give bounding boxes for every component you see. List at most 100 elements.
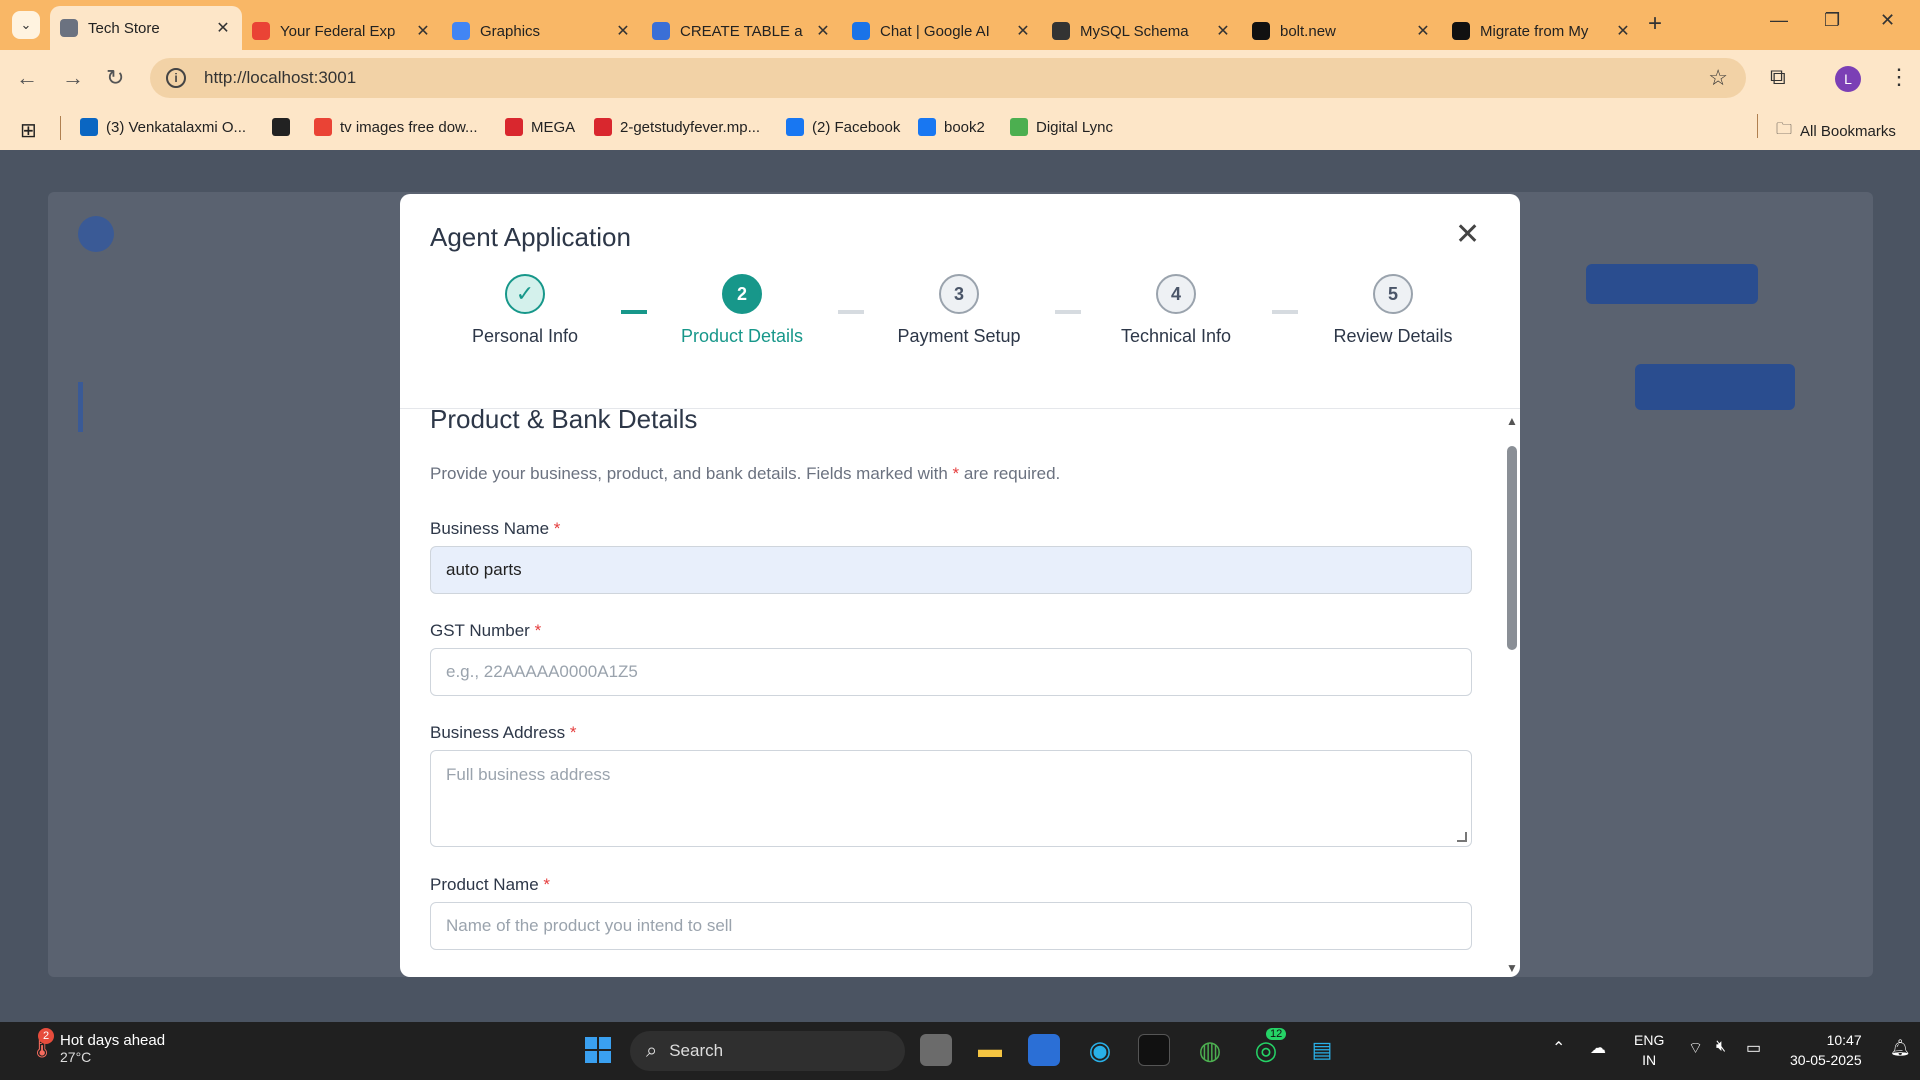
new-tab-button[interactable]: + [1648,10,1662,38]
step-1: ✓ Personal Info [425,274,625,347]
business-address-textarea[interactable]: Full business address [430,750,1472,847]
product-name-placeholder: Name of the product you intend to sell [446,916,733,935]
close-icon[interactable]: ✕ [1455,220,1480,250]
bookmark-item[interactable]: book2 [918,118,985,136]
resize-handle-icon[interactable] [1457,832,1467,842]
bookmark-item[interactable]: tv images free dow... [314,118,478,136]
gst-number-placeholder: e.g., 22AAAAA0000A1Z5 [446,662,638,681]
tab-title: Your Federal Exp [280,22,396,40]
bookmark-item[interactable]: Digital Lync [1010,118,1113,136]
background-button [1635,364,1795,410]
bookmark-item[interactable] [272,118,298,136]
tab-close-icon[interactable]: ✕ [1014,21,1032,41]
bookmark-item[interactable]: (3) Venkatalaxmi O... [80,118,246,136]
background-sidebar-active [78,382,83,432]
step-label: Product Details [680,326,804,346]
battery-icon[interactable]: ▭ [1746,1038,1761,1058]
bookmark-item[interactable]: 2-getstudyfever.mp... [594,118,760,136]
clock-date: 30-05-2025 [1790,1052,1862,1068]
notifications-icon[interactable]: 🔔︎ [1890,1038,1910,1058]
taskbar-search[interactable]: ⌕ Search [630,1031,905,1071]
tab-close-icon[interactable]: ✕ [1614,21,1632,41]
scroll-up-icon[interactable]: ▲ [1506,414,1518,428]
site-info-icon[interactable]: i [166,68,186,88]
scroll-down-icon[interactable]: ▼ [1506,961,1518,975]
gst-number-label: GST Number * [430,621,541,641]
facebook-icon [786,118,804,136]
bookmark-item[interactable]: (2) Facebook [786,118,900,136]
browser-tab[interactable]: Tech Store ✕ [50,6,242,50]
step-indicator: 5 [1373,274,1413,314]
microsoft-store-icon[interactable] [1028,1034,1060,1066]
gst-number-input[interactable]: e.g., 22AAAAA0000A1Z5 [430,648,1472,696]
app-icon[interactable] [1138,1034,1170,1066]
browser-tab[interactable]: Graphics ✕ [442,12,642,50]
tab-close-icon[interactable]: ✕ [1214,21,1232,41]
scroll-thumb[interactable] [1507,446,1517,650]
file-explorer-icon[interactable]: ▬ [974,1034,1006,1066]
language-indicator[interactable]: ENG IN [1634,1030,1664,1070]
clock-time: 10:47 [1826,1032,1862,1048]
tab-close-icon[interactable]: ✕ [414,21,432,41]
clock[interactable]: 10:47 30-05-2025 [1790,1030,1862,1070]
browser-tab[interactable]: CREATE TABLE a ✕ [642,12,842,50]
section-description: Provide your business, product, and bank… [430,464,1060,484]
volume-muted-icon[interactable]: 🔇︎ [1716,1038,1726,1056]
browser-tab[interactable]: Chat | Google AI ✕ [842,12,1042,50]
bookmark-label: (2) Facebook [812,118,901,136]
minimize-button[interactable]: — [1770,10,1788,31]
whatsapp-icon[interactable]: ◎ 12 [1250,1028,1287,1066]
weather-widget[interactable]: 🌡 2 Hot days ahead 27°C [28,1027,166,1065]
required-asterisk: * [553,519,561,538]
wifi-icon[interactable]: ⌔ [1688,1038,1703,1058]
browser-tab[interactable]: MySQL Schema ✕ [1042,12,1242,50]
tab-title: bolt.new [1280,22,1336,40]
back-button[interactable]: ← [16,65,38,91]
all-bookmarks-button[interactable]: 🗀 All Bookmarks [1776,118,1896,145]
address-bar[interactable]: i http://localhost:3001 ☆ [150,58,1746,98]
notepad-icon[interactable]: ▤ [1306,1034,1338,1066]
modal-scrollbar[interactable]: ▲ ▼ [1504,408,1518,977]
browser-tab[interactable]: Migrate from My ✕ [1442,12,1642,50]
reload-button[interactable]: ↻ [106,65,124,91]
weather-title: Hot days ahead [60,1032,166,1049]
background-logo [78,216,114,252]
thermometer-icon: 🌡 2 [28,1027,56,1059]
restore-button[interactable]: ❐ [1824,10,1840,31]
task-view-icon[interactable] [920,1034,952,1066]
tab-title: Graphics [480,22,541,40]
windows-start-icon[interactable] [582,1034,614,1066]
business-name-label-text: Business Name [430,519,550,538]
browser-menu-icon[interactable]: ⋮ [1888,64,1910,90]
browser-tab-bar: ⌄ Tech Store ✕ Your Federal Exp ✕ Graphics ✕ C… [0,0,1920,50]
browser-tab[interactable]: bolt.new ✕ [1242,12,1442,50]
close-window-button[interactable]: ✕ [1880,10,1895,31]
tab-close-icon[interactable]: ✕ [214,18,232,38]
product-name-input[interactable]: Name of the product you intend to sell [430,902,1472,950]
chrome-icon[interactable]: ◍ [1194,1034,1226,1066]
bookmarks-separator [1757,114,1758,138]
show-hidden-icons[interactable]: ⌃ [1552,1038,1565,1058]
forward-button[interactable]: → [62,65,84,91]
apps-grid-icon[interactable]: ⊞ [20,118,37,143]
onedrive-icon[interactable]: ☁ [1590,1038,1606,1058]
lync-icon [1010,118,1028,136]
bookmark-star-icon[interactable]: ☆ [1708,65,1728,91]
bolt-icon [1252,22,1270,40]
tab-close-icon[interactable]: ✕ [614,21,632,41]
edge-icon[interactable]: ◉ [1084,1034,1116,1066]
tab-search-button[interactable]: ⌄ [12,11,40,39]
business-name-input[interactable]: auto parts [430,546,1472,594]
profile-avatar[interactable]: L [1835,66,1861,92]
tab-close-icon[interactable]: ✕ [1414,21,1432,41]
tab-close-icon[interactable]: ✕ [814,21,832,41]
bookmark-item[interactable]: MEGA [505,118,575,136]
windows-taskbar: 🌡 2 Hot days ahead 27°C ⌕ Search ▬ ◉ ◍ ◎… [0,1022,1920,1080]
tab-title: Chat | Google AI [880,22,990,40]
extensions-icon[interactable]: ⧉ [1770,64,1786,90]
browser-tab[interactable]: Your Federal Exp ✕ [242,12,442,50]
bookmark-label: (3) Venkatalaxmi O... [106,118,247,136]
mega-icon [594,118,612,136]
step-label: Technical Info [1120,326,1232,346]
required-asterisk: * [569,723,577,742]
